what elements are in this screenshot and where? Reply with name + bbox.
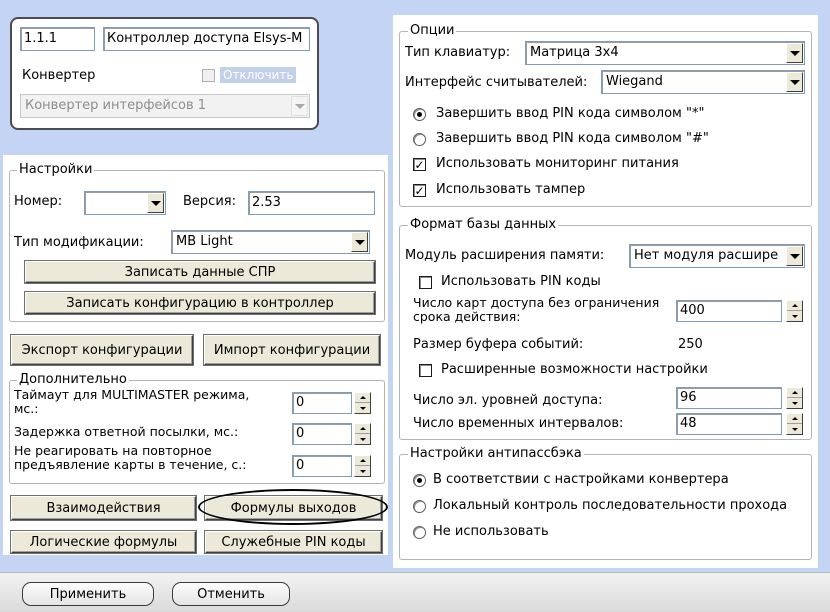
export-config-button[interactable]: Экспорт конфигурации xyxy=(11,335,193,365)
advanced-checkbox[interactable] xyxy=(419,364,432,377)
intervals-label: Число временных интервалов: xyxy=(413,416,624,431)
device-name-field[interactable]: Контроллер доступа Elsys-M xyxy=(103,27,310,51)
pin-star-label: Завершить ввод PIN кода символом "*" xyxy=(436,106,705,121)
checkmark-icon: ✓ xyxy=(414,157,425,172)
mem-module-select[interactable]: Нет модуля расшире xyxy=(629,244,805,268)
intervals-field[interactable]: 48 xyxy=(676,413,782,435)
timeout-label: Таймаут для MULTIMASTER режима, мс.: xyxy=(14,387,250,416)
cancel-button[interactable]: Отменить xyxy=(172,582,290,606)
logic-formulas-button[interactable]: Логические формулы xyxy=(11,531,196,553)
write-config-button[interactable]: Записать конфигурацию в контроллер xyxy=(25,292,375,314)
delay-label: Задержка ответной посылки, мс.: xyxy=(14,424,239,439)
chevron-down-icon xyxy=(786,246,803,266)
additional-legend: Дополнительно xyxy=(17,372,129,387)
number-label: Номер: xyxy=(14,194,63,209)
disable-checkbox[interactable] xyxy=(202,69,215,82)
buffer-value: 250 xyxy=(678,337,703,352)
arrow-down-icon xyxy=(787,398,802,408)
chevron-down-icon xyxy=(786,72,803,92)
antipass-legend: Настройки антипассбэка xyxy=(408,446,584,461)
service-pin-button[interactable]: Служебные PIN коды xyxy=(205,531,382,553)
number-select[interactable] xyxy=(84,191,166,215)
arrow-up-icon xyxy=(787,388,802,398)
keypad-label: Тип клавиатур: xyxy=(405,45,511,60)
pin-star-radio[interactable] xyxy=(413,108,426,121)
modification-label: Тип модификации: xyxy=(14,235,144,250)
antipass-local-label: Локальный контроль последовательности пр… xyxy=(433,498,788,513)
timeout-spinner[interactable] xyxy=(354,392,371,414)
arrow-up-icon xyxy=(787,414,802,424)
arrow-down-icon xyxy=(355,403,370,413)
highlight-ellipse xyxy=(198,489,388,525)
arrow-up-icon xyxy=(355,393,370,403)
radio-dot-icon xyxy=(417,478,422,483)
ignore-spinner[interactable] xyxy=(354,455,371,477)
arrow-down-icon xyxy=(787,424,802,434)
keypad-select[interactable]: Матрица 3x4 xyxy=(525,41,805,65)
mem-module-value: Нет модуля расшире xyxy=(634,248,779,263)
delay-field[interactable]: 0 xyxy=(292,423,352,445)
power-monitor-checkbox[interactable]: ✓ xyxy=(413,158,426,171)
intervals-spinner[interactable] xyxy=(786,413,803,435)
cards-label: Число карт доступа без ограничения срока… xyxy=(413,295,660,324)
cards-field[interactable]: 400 xyxy=(676,300,782,322)
arrow-up-icon xyxy=(355,456,370,466)
antipass-off-label: Не использовать xyxy=(433,524,549,539)
converter-select[interactable]: Конвертер интерфейсов 1 xyxy=(20,94,310,118)
antipass-converter-radio[interactable] xyxy=(413,474,426,487)
converter-label: Конвертер xyxy=(22,68,96,83)
arrow-down-icon xyxy=(355,434,370,444)
antipass-off-radio[interactable] xyxy=(413,526,426,539)
settings-legend: Настройки xyxy=(17,162,95,177)
reader-select[interactable]: Wiegand xyxy=(601,70,805,94)
arrow-up-icon xyxy=(787,301,802,311)
pin-hash-label: Завершить ввод PIN кода символом "#" xyxy=(436,131,709,146)
cards-spinner[interactable] xyxy=(786,300,803,322)
buffer-label: Размер буфера событий: xyxy=(413,337,584,352)
tamper-checkbox[interactable]: ✓ xyxy=(413,184,426,197)
use-pin-label: Использовать PIN коды xyxy=(441,274,601,289)
arrow-down-icon xyxy=(355,466,370,476)
antipass-local-radio[interactable] xyxy=(413,500,426,513)
modification-value: MB Light xyxy=(176,234,233,249)
timeout-field[interactable]: 0 xyxy=(292,392,352,414)
ignore-field[interactable]: 0 xyxy=(292,455,352,477)
tamper-label: Использовать тампер xyxy=(436,182,586,197)
keypad-value: Матрица 3x4 xyxy=(530,45,619,60)
converter-value: Конвертер интерфейсов 1 xyxy=(25,98,207,113)
disable-label: Отключить xyxy=(220,67,297,83)
mem-module-label: Модуль расширения памяти: xyxy=(405,248,605,263)
apply-button[interactable]: Применить xyxy=(22,582,154,606)
chevron-down-icon xyxy=(351,232,368,252)
levels-field[interactable]: 96 xyxy=(676,387,782,409)
advanced-label: Расширенные возможности настройки xyxy=(441,362,708,377)
delay-spinner[interactable] xyxy=(354,423,371,445)
arrow-down-icon xyxy=(787,311,802,321)
levels-spinner[interactable] xyxy=(786,387,803,409)
device-id-field[interactable]: 1.1.1 xyxy=(20,27,95,51)
version-label: Версия: xyxy=(183,194,236,209)
chevron-down-icon xyxy=(786,43,803,63)
ignore-label: Не реагировать на повторное предъявление… xyxy=(14,443,247,472)
levels-label: Число эл. уровней доступа: xyxy=(413,393,603,408)
chevron-down-icon xyxy=(147,193,164,213)
pin-hash-radio[interactable] xyxy=(413,133,426,146)
import-config-button[interactable]: Импорт конфигурации xyxy=(204,335,380,365)
reader-value: Wiegand xyxy=(606,74,663,89)
antipass-converter-label: В соответствии с настройками конвертера xyxy=(433,472,729,487)
options-legend: Опции xyxy=(408,23,457,38)
radio-dot-icon xyxy=(417,112,422,117)
interactions-button[interactable]: Взаимодействия xyxy=(11,496,196,520)
checkmark-icon: ✓ xyxy=(414,183,425,198)
modification-select[interactable]: MB Light xyxy=(171,230,370,254)
chevron-down-icon xyxy=(291,96,308,116)
version-field[interactable]: 2.53 xyxy=(248,191,375,215)
arrow-up-icon xyxy=(355,424,370,434)
power-monitor-label: Использовать мониторинг питания xyxy=(436,156,679,171)
write-spr-button[interactable]: Записать данные СПР xyxy=(25,261,375,283)
reader-label: Интерфейс считывателей: xyxy=(405,75,588,90)
db-legend: Формат базы данных xyxy=(408,217,559,232)
use-pin-checkbox[interactable] xyxy=(419,276,432,289)
